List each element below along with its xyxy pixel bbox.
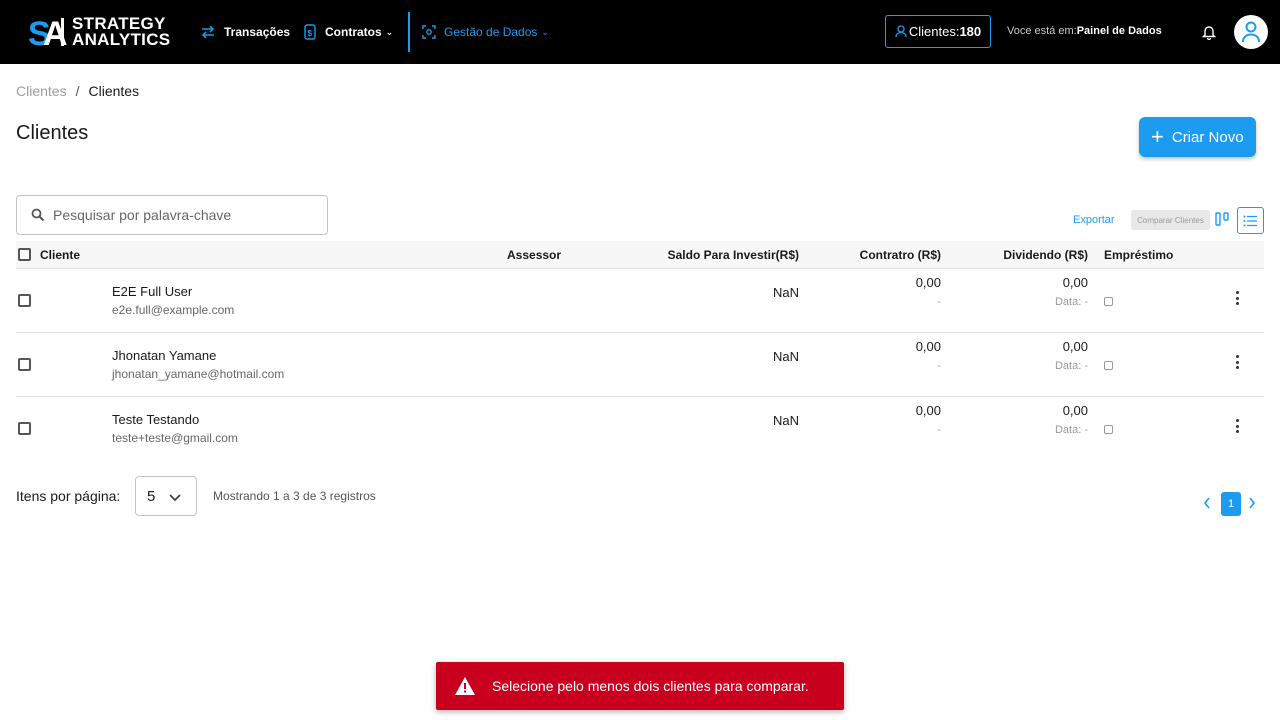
top-navbar: S A STRATEGY ANALYTICS Transações $ Cont… <box>0 0 1280 64</box>
column-header-assessor[interactable]: Assessor <box>507 248 561 262</box>
user-icon <box>895 25 907 38</box>
breadcrumb: Clientes / Clientes <box>16 83 139 99</box>
breadcrumb-link-clientes[interactable]: Clientes <box>16 83 67 99</box>
nav-divider <box>408 12 410 52</box>
contrato-sub: - <box>937 360 941 372</box>
more-options-icon[interactable] <box>1232 355 1242 369</box>
table-row[interactable]: E2E Full User e2e.full@example.com NaN 0… <box>16 269 1264 333</box>
client-email: jhonatan_yamane@hotmail.com <box>112 367 285 381</box>
nav-transacoes[interactable]: Transações <box>200 20 290 44</box>
clients-counter[interactable]: Clientes: 180 <box>885 15 991 48</box>
breadcrumb-current: Clientes <box>88 83 140 99</box>
emprestimo-checkbox[interactable] <box>1104 425 1113 434</box>
error-toast: Selecione pelo menos dois clientes para … <box>436 662 844 710</box>
dividendo-date: Data: - <box>1054 424 1088 436</box>
bell-icon[interactable] <box>1201 24 1217 45</box>
chevron-left-icon[interactable] <box>1202 496 1212 515</box>
breadcrumb-separator: / <box>75 83 80 99</box>
emprestimo-checkbox[interactable] <box>1104 361 1113 370</box>
search-input[interactable] <box>53 207 303 223</box>
svg-text:$: $ <box>308 29 313 38</box>
row-checkbox[interactable] <box>18 422 31 435</box>
logo-text: STRATEGY ANALYTICS <box>72 15 171 49</box>
scan-icon <box>422 25 436 39</box>
transfer-icon <box>201 25 215 39</box>
more-options-icon[interactable] <box>1232 291 1242 305</box>
contrato-value: 0,00 <box>915 339 941 354</box>
logo-text-line2: ANALYTICS <box>72 30 171 49</box>
emprestimo-checkbox[interactable] <box>1104 297 1113 306</box>
client-email: e2e.full@example.com <box>112 303 235 317</box>
items-per-page-value: 5 <box>147 487 156 505</box>
items-per-page-select[interactable]: 5 <box>135 476 197 516</box>
nav-transacoes-label: Transações <box>224 25 291 39</box>
current-location: Voce está em:Painel de Dados <box>1007 25 1162 37</box>
client-name: Teste Testando <box>112 412 200 427</box>
avatar[interactable] <box>1234 15 1268 49</box>
user-avatar-icon <box>1242 21 1260 43</box>
kanban-view-icon[interactable] <box>1215 212 1230 231</box>
create-new-label: Criar Novo <box>1171 128 1244 146</box>
column-header-emprestimo[interactable]: Empréstimo <box>1104 248 1173 262</box>
warning-icon <box>455 677 475 695</box>
column-header-cliente[interactable]: Cliente <box>40 248 80 262</box>
nav-gestao-label: Gestão de Dados <box>444 25 538 39</box>
table-header: Cliente Assessor Saldo Para Investir(R$)… <box>16 241 1264 269</box>
dividendo-value: 0,00 <box>1062 339 1088 354</box>
create-new-button[interactable]: + Criar Novo <box>1139 117 1256 157</box>
export-link[interactable]: Exportar <box>1073 214 1115 226</box>
plus-icon: + <box>1151 124 1164 149</box>
more-options-icon[interactable] <box>1232 419 1242 433</box>
clients-counter-value: 180 <box>959 24 982 39</box>
page-title: Clientes <box>16 122 89 144</box>
column-header-contrato[interactable]: Contratro (R$) <box>860 248 941 262</box>
select-all-checkbox[interactable] <box>18 248 31 261</box>
dividendo-date: Data: - <box>1054 360 1088 372</box>
dividendo-value: 0,00 <box>1062 275 1088 290</box>
client-name: Jhonatan Yamane <box>112 348 217 363</box>
column-header-saldo[interactable]: Saldo Para Investir(R$) <box>668 248 799 262</box>
chevron-right-icon[interactable] <box>1247 496 1257 515</box>
dividendo-date: Data: - <box>1054 296 1088 308</box>
page-number-button[interactable]: 1 <box>1221 492 1241 516</box>
column-header-dividendo[interactable]: Dividendo (R$) <box>1003 248 1088 262</box>
contrato-value: 0,00 <box>915 403 941 418</box>
chevron-down-icon: ⌄ <box>541 26 549 37</box>
table-row[interactable]: Teste Testando teste+teste@gmail.com NaN… <box>16 397 1264 461</box>
chevron-down-icon <box>169 494 181 502</box>
client-name: E2E Full User <box>112 284 193 299</box>
items-per-page-label: Itens por página: <box>16 488 121 504</box>
row-checkbox[interactable] <box>18 358 31 371</box>
search-icon <box>31 208 45 222</box>
toast-message: Selecione pelo menos dois clientes para … <box>492 678 809 694</box>
dividendo-value: 0,00 <box>1062 403 1088 418</box>
list-view-button[interactable] <box>1237 207 1264 234</box>
chevron-down-icon: ⌄ <box>385 26 394 37</box>
table-row[interactable]: Jhonatan Yamane jhonatan_yamane@hotmail.… <box>16 333 1264 397</box>
saldo-value: NaN <box>772 285 799 300</box>
contrato-value: 0,00 <box>915 275 941 290</box>
nav-contratos-label: Contratos <box>325 25 382 39</box>
client-email: teste+teste@gmail.com <box>112 431 238 445</box>
list-icon <box>1243 215 1257 226</box>
location-label: Voce está em: <box>1007 25 1077 37</box>
location-value: Painel de Dados <box>1076 25 1162 37</box>
row-checkbox[interactable] <box>18 294 31 307</box>
saldo-value: NaN <box>772 413 799 428</box>
brand-logo[interactable]: S A STRATEGY ANALYTICS <box>28 14 171 53</box>
nav-contratos[interactable]: $ Contratos ⌄ <box>303 20 393 44</box>
contrato-sub: - <box>937 296 941 308</box>
contract-icon: $ <box>304 24 316 40</box>
compare-clients-button[interactable]: Comparar Clientes <box>1131 210 1210 230</box>
logo-mark-icon: S A <box>28 14 68 53</box>
nav-gestao-de-dados[interactable]: Gestão de Dados ⌄ <box>422 20 549 44</box>
saldo-value: NaN <box>772 349 799 364</box>
search-box <box>16 195 328 235</box>
clients-counter-label: Clientes: <box>908 24 960 39</box>
contrato-sub: - <box>937 424 941 436</box>
records-summary: Mostrando 1 a 3 de 3 registros <box>213 489 376 503</box>
